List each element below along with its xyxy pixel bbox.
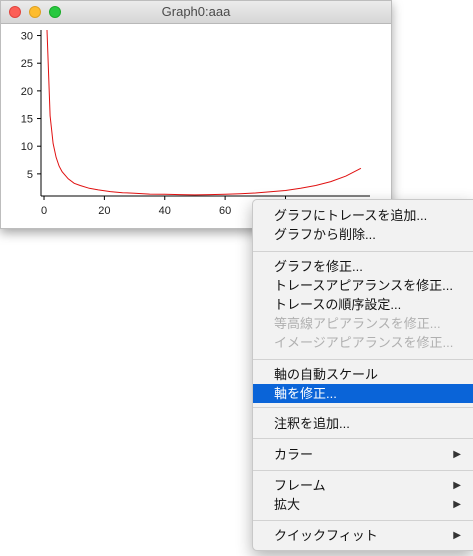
submenu-arrow-icon: ▶ bbox=[453, 480, 461, 491]
context-menu: グラフにトレースを追加... グラフから削除... グラフを修正... トレース… bbox=[252, 199, 473, 551]
menu-item-color[interactable]: カラー ▶ bbox=[253, 445, 473, 464]
menu-item-quick-fit[interactable]: クイックフィット ▶ bbox=[253, 526, 473, 545]
menu-item-add-trace[interactable]: グラフにトレースを追加... bbox=[253, 206, 473, 225]
window-title: Graph0:aaa bbox=[161, 4, 231, 19]
graph-plot-area[interactable]: 51015202530020406080 bbox=[1, 23, 391, 228]
submenu-arrow-icon: ▶ bbox=[453, 499, 461, 510]
axis-ticks: 51015202530020406080 bbox=[21, 31, 292, 217]
menu-item-remove-from-graph[interactable]: グラフから削除... bbox=[253, 225, 473, 244]
y-tick-label: 5 bbox=[27, 169, 33, 181]
menu-item-modify-trace-appearance[interactable]: トレースアピアランスを修正... bbox=[253, 276, 473, 295]
menu-item-modify-contour-appearance: 等高線アピアランスを修正... bbox=[274, 316, 441, 331]
x-tick-label: 60 bbox=[219, 205, 231, 217]
data-trace-line[interactable] bbox=[46, 29, 362, 196]
submenu-arrow-icon: ▶ bbox=[453, 530, 461, 541]
x-tick-label: 0 bbox=[41, 205, 47, 217]
menu-item-reorder-traces[interactable]: トレースの順序設定... bbox=[253, 295, 473, 314]
y-tick-label: 30 bbox=[21, 31, 33, 43]
menu-separator bbox=[253, 407, 473, 408]
menu-item-autoscale-axes[interactable]: 軸の自動スケール bbox=[253, 365, 473, 384]
menu-item-add-annotation[interactable]: 注釈を追加... bbox=[253, 414, 473, 433]
menu-item-modify-image-appearance: イメージアピアランスを修正... bbox=[274, 335, 454, 350]
y-tick-label: 20 bbox=[21, 86, 33, 98]
y-tick-label: 15 bbox=[21, 114, 33, 126]
menu-separator bbox=[253, 470, 473, 471]
submenu-arrow-icon: ▶ bbox=[453, 449, 461, 460]
title-bar[interactable]: Graph0:aaa bbox=[1, 1, 391, 24]
menu-separator bbox=[253, 359, 473, 360]
y-tick-label: 25 bbox=[21, 58, 33, 70]
menu-item-expand[interactable]: 拡大 ▶ bbox=[253, 495, 473, 514]
graph-window: Graph0:aaa 51015202530020406080 bbox=[0, 0, 392, 229]
menu-item-frame[interactable]: フレーム ▶ bbox=[253, 476, 473, 495]
y-tick-label: 10 bbox=[21, 141, 33, 153]
menu-item-modify-graph[interactable]: グラフを修正... bbox=[253, 257, 473, 276]
menu-separator bbox=[253, 251, 473, 252]
menu-separator bbox=[253, 520, 473, 521]
menu-separator bbox=[253, 438, 473, 439]
x-tick-label: 20 bbox=[98, 205, 110, 217]
menu-item-modify-axis[interactable]: 軸を修正... bbox=[253, 384, 473, 403]
x-tick-label: 40 bbox=[159, 205, 171, 217]
